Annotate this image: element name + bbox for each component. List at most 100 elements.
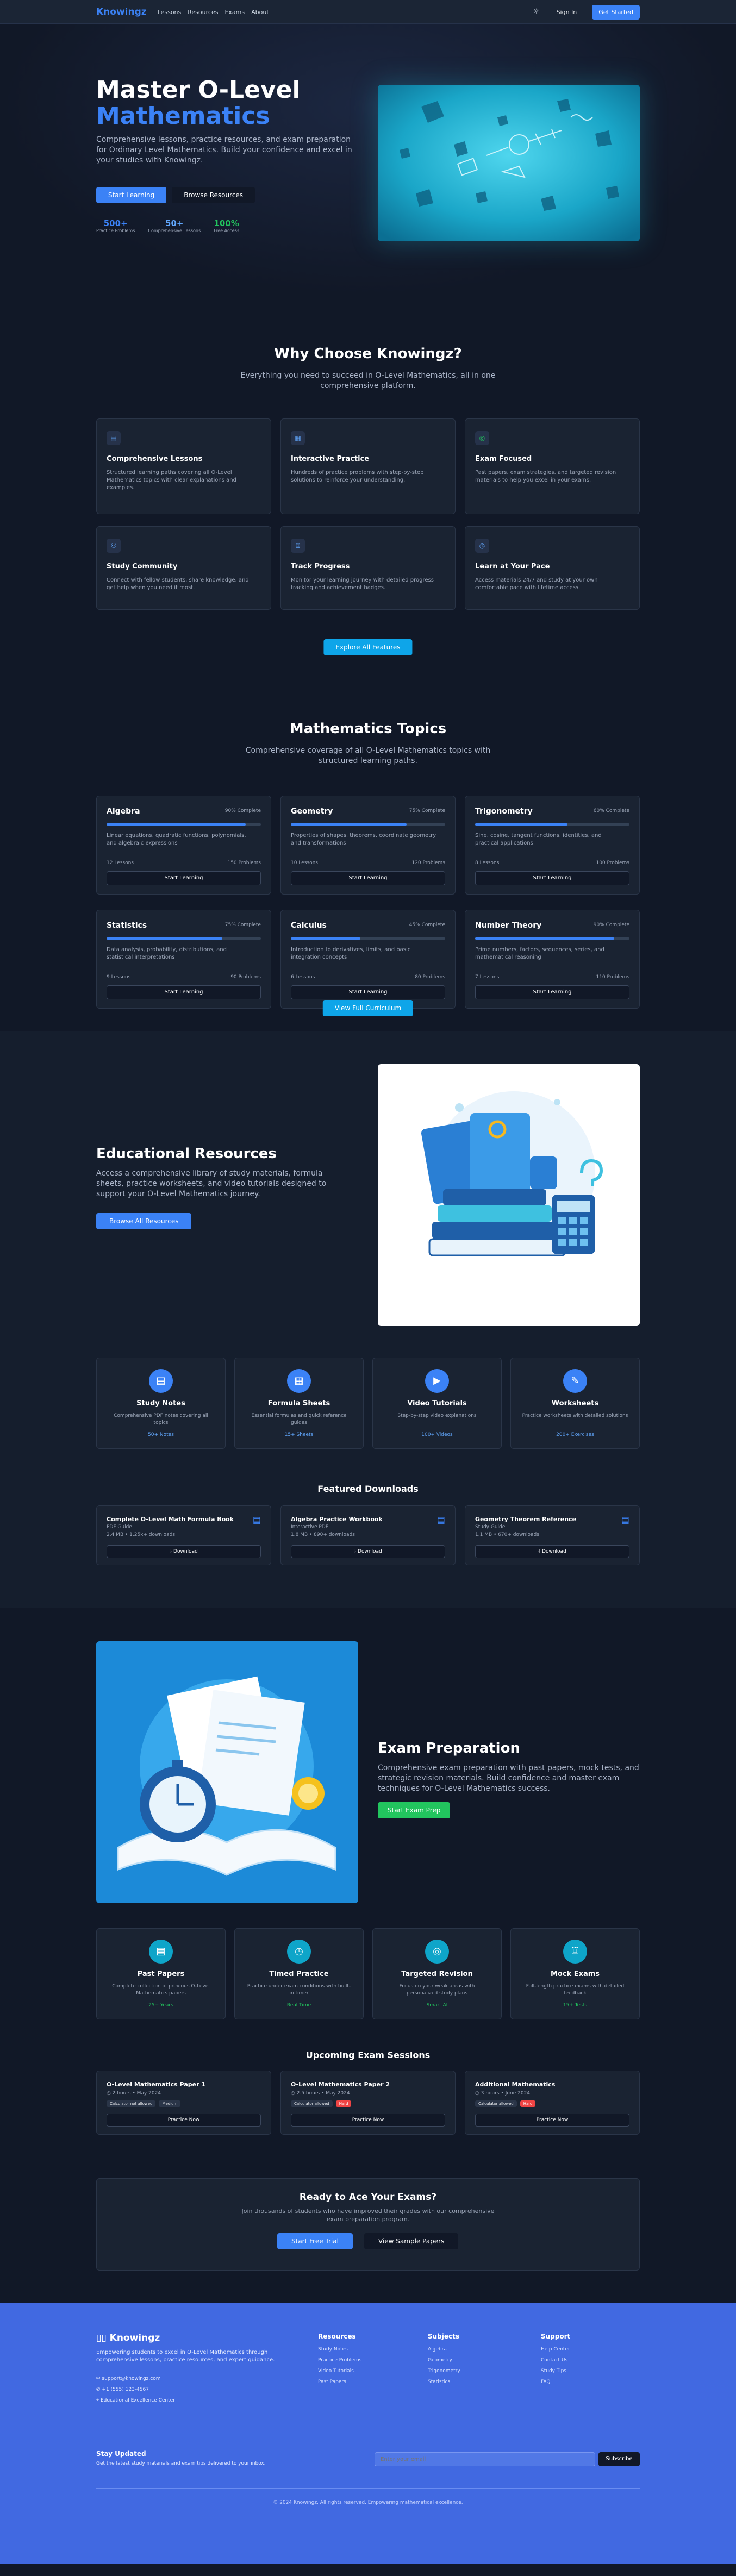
topic-card: Geometry 75% Complete Properties of shap… — [280, 796, 456, 895]
topic-start-button[interactable]: Start Learning — [475, 985, 629, 999]
practice-now-button[interactable]: Practice Now — [107, 2114, 261, 2127]
subscribe-button[interactable]: Subscribe — [598, 2452, 640, 2466]
footer-link[interactable]: Help Center — [541, 2347, 570, 2352]
view-sample-papers-button[interactable]: View Sample Papers — [364, 2233, 459, 2249]
download-button[interactable]: ⤓ Download — [107, 1545, 261, 1558]
resource-card[interactable]: ▦ Formula Sheets Essential formulas and … — [234, 1358, 364, 1449]
footer-link[interactable]: Contact Us — [541, 2358, 570, 2363]
feature-card: ◷ Learn at Your Pace Access materials 24/7… — [465, 526, 640, 610]
topic-desc: Sine, cosine, tangent functions, identit… — [475, 833, 602, 846]
topic-card: Calculus 45% Complete Introduction to de… — [280, 910, 456, 1009]
footer-link[interactable]: FAQ — [541, 2379, 570, 2385]
hero-stats: 500+ Practice Problems 50+ Comprehensive L… — [96, 218, 239, 233]
target-icon: ◎ — [425, 1940, 449, 1964]
mail-icon: ✉ — [96, 2376, 101, 2381]
download-card: Geometry Theorem Reference ▤ Study Guide… — [465, 1505, 640, 1565]
footer-col-resources: Resources Study Notes Practice Problems Vi… — [318, 2333, 362, 2385]
get-started-button[interactable]: Get Started — [592, 4, 640, 20]
exam-card[interactable]: ♖ Mock Exams Full-length practice exams … — [510, 1928, 640, 2019]
nav-link-lessons[interactable]: Lessons — [158, 9, 182, 16]
newsletter-email-input[interactable] — [375, 2452, 595, 2466]
resource-card[interactable]: ▶ Video Tutorials Step-by-step video exp… — [372, 1358, 502, 1449]
topic-lessons: 8 Lessons — [475, 860, 500, 866]
topic-lessons: 6 Lessons — [291, 974, 315, 980]
topic-progress-label: 90% Complete — [224, 808, 261, 814]
download-icon: ⤓ — [354, 1549, 357, 1554]
download-button[interactable]: ⤓ Download — [291, 1545, 445, 1558]
topic-progress-bar — [291, 823, 445, 826]
clock-icon: ◷ — [107, 2091, 111, 2096]
topic-start-button[interactable]: Start Learning — [475, 871, 629, 885]
session-tag: Calculator allowed — [291, 2100, 333, 2107]
start-learning-button[interactable]: Start Learning — [96, 187, 167, 203]
footer-link[interactable]: Trigonometry — [428, 2368, 460, 2374]
stat-access: 100% Free Access — [214, 218, 240, 233]
resources-section: Educational Resources Access a comprehen… — [0, 1031, 736, 1608]
footer-link[interactable]: Statistics — [428, 2379, 460, 2385]
topic-desc: Prime numbers, factors, sequences, serie… — [475, 947, 604, 960]
browse-all-resources-button[interactable]: Browse All Resources — [96, 1213, 192, 1229]
hero-subtitle: Comprehensive lessons, practice resource… — [96, 135, 352, 165]
exam-card[interactable]: ◷ Timed Practice Practice under exam con… — [234, 1928, 364, 2019]
footer-link[interactable]: Practice Problems — [318, 2358, 361, 2363]
start-free-trial-button[interactable]: Start Free Trial — [277, 2233, 353, 2249]
practice-now-button[interactable]: Practice Now — [291, 2114, 445, 2127]
session-tag: Hard — [335, 2100, 352, 2107]
topic-progress-bar — [475, 823, 629, 826]
nav-link-about[interactable]: About — [251, 9, 269, 16]
topics-section: Mathematics Topics Comprehensive coverag… — [0, 651, 736, 1031]
cta-title: Ready to Ace Your Exams? — [299, 2192, 437, 2203]
nav-link-exams[interactable]: Exams — [224, 9, 245, 16]
footer-divider — [96, 2488, 640, 2489]
exam-session-card: Additional Mathematics ◷ 3 hours • June … — [465, 2071, 640, 2135]
sun-icon[interactable]: ☼ — [532, 7, 541, 17]
cta-text: Join thousands of students who have impr… — [241, 2208, 495, 2223]
file-icon: ▤ — [252, 1515, 261, 1525]
topic-card: Statistics 75% Complete Data analysis, p… — [96, 910, 271, 1009]
footer-logo[interactable]: ▯▯ Knowingz — [96, 2333, 160, 2343]
resource-card[interactable]: ✎ Worksheets Practice worksheets with de… — [510, 1358, 640, 1449]
footer-link[interactable]: Geometry — [428, 2358, 460, 2363]
view-curriculum-button[interactable]: View Full Curriculum — [322, 1000, 414, 1016]
topic-title: Trigonometry — [475, 807, 533, 816]
footer-desc: Empowering students to excel in O-Level … — [96, 2349, 275, 2363]
footer-phone[interactable]: ✆ +1 (555) 123-4567 — [96, 2387, 149, 2392]
footer-link[interactable]: Study Tips — [541, 2368, 570, 2374]
newsletter-text: Get the latest study materials and exam … — [96, 2461, 266, 2466]
newsletter-title: Stay Updated — [96, 2450, 146, 2458]
topic-problems: 110 Problems — [596, 974, 629, 980]
footer-link[interactable]: Past Papers — [318, 2379, 361, 2385]
book-icon: ▤ — [107, 431, 121, 445]
sign-in-button[interactable]: Sign In — [551, 5, 583, 19]
location-icon: ⌖ — [96, 2398, 99, 2403]
file-icon: ▤ — [149, 1940, 173, 1964]
start-exam-prep-button[interactable]: Start Exam Prep — [378, 1802, 451, 1818]
logo[interactable]: Knowingz — [96, 7, 147, 17]
topic-start-button[interactable]: Start Learning — [107, 871, 261, 885]
footer-link[interactable]: Algebra — [428, 2347, 460, 2352]
topic-progress-label: 45% Complete — [409, 922, 445, 928]
feature-card: ▦ Interactive Practice Hundreds of practic… — [280, 418, 456, 514]
topic-start-button[interactable]: Start Learning — [291, 871, 445, 885]
hero-title-line2: Mathematics — [96, 102, 270, 130]
hero-title-line1: Master O-Level — [96, 76, 301, 104]
footer-email[interactable]: ✉ support@knowingz.com — [96, 2376, 160, 2381]
browse-resources-button[interactable]: Browse Resources — [172, 187, 255, 203]
exam-card[interactable]: ▤ Past Papers Complete collection of pre… — [96, 1928, 226, 2019]
download-button[interactable]: ⤓ Download — [475, 1545, 629, 1558]
topic-title: Statistics — [107, 921, 147, 930]
topic-progress-bar — [107, 823, 261, 826]
footer-link[interactable]: Study Notes — [318, 2347, 361, 2352]
resource-card[interactable]: ▤ Study Notes Comprehensive PDF notes co… — [96, 1358, 226, 1449]
topic-card: Number Theory 90% Complete Prime numbers… — [465, 910, 640, 1009]
topic-start-button[interactable]: Start Learning — [291, 985, 445, 999]
footer-link[interactable]: Video Tutorials — [318, 2368, 361, 2374]
nav-link-resources[interactable]: Resources — [188, 9, 218, 16]
feature-card: ◎ Exam Focused Past papers, exam strategie… — [465, 418, 640, 514]
exam-card[interactable]: ◎ Targeted Revision Focus on your weak a… — [372, 1928, 502, 2019]
topic-start-button[interactable]: Start Learning — [107, 985, 261, 999]
practice-now-button[interactable]: Practice Now — [475, 2114, 629, 2127]
footer-col-support: Support Help Center Contact Us Study Tips F… — [541, 2333, 571, 2385]
topic-desc: Data analysis, probability, distribution… — [107, 947, 227, 960]
cta-panel: Ready to Ace Your Exams? Join thousands … — [96, 2178, 640, 2271]
